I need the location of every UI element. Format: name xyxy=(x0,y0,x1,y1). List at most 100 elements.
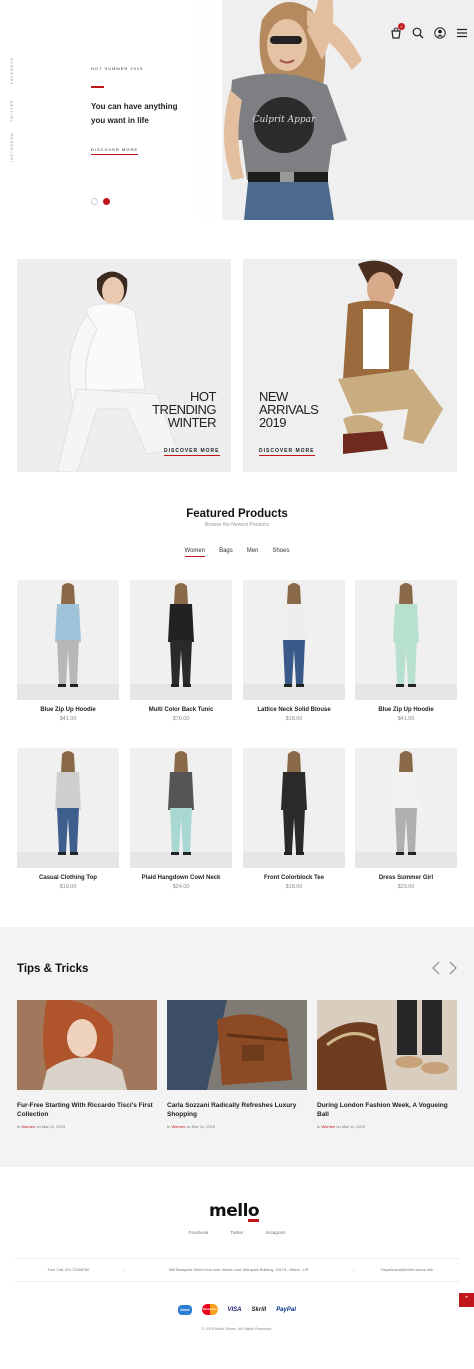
footer-contact-row: Free Call: 001 22456760 586 Banquest Str… xyxy=(14,1258,460,1282)
tips-prev-arrow-icon[interactable] xyxy=(431,961,441,980)
slider-dot-2[interactable] xyxy=(103,198,110,205)
tip-2-in: In xyxy=(167,1124,171,1129)
tip-2-title[interactable]: Carla Sozzani Radically Refreshes Luxury… xyxy=(167,1101,307,1119)
tip-1-meta: In Women on Mar 11, 2019 xyxy=(17,1124,157,1129)
tip-3-date: Mar 11, 2019 xyxy=(341,1124,366,1129)
back-to-top-button[interactable]: ⌃ xyxy=(459,1293,474,1307)
product-tabs: Women Bags Men Shoes xyxy=(0,548,474,557)
menu-icon[interactable] xyxy=(456,26,468,44)
tip-card-1[interactable]: Fur-Free Starting With Riccardo Tisci's … xyxy=(17,1000,157,1129)
side-link-instagram[interactable]: INSTAGRAM xyxy=(10,132,14,162)
tip-2-image[interactable] xyxy=(167,1000,307,1090)
tab-shoes[interactable]: Shoes xyxy=(272,548,289,557)
featured-subtitle: Browse the Newest Products xyxy=(204,522,270,528)
tip-3-meta: In Women on Mar 11, 2019 xyxy=(317,1124,457,1129)
product-card[interactable]: Casual Clothing Top $19.00 xyxy=(17,748,119,890)
product-card[interactable]: Front Colorblock Tee $18.00 xyxy=(243,748,345,890)
product-card[interactable]: Blue Zip Up Hoodie $41.00 xyxy=(355,580,457,722)
tips-title: Tips & Tricks xyxy=(17,963,89,975)
tip-1-title[interactable]: Fur-Free Starting With Riccardo Tisci's … xyxy=(17,1101,157,1119)
footer-logo-o: o xyxy=(247,1201,260,1223)
footer-link-twitter[interactable]: Twitter xyxy=(230,1230,243,1235)
tab-women[interactable]: Women xyxy=(184,548,206,557)
product-name[interactable]: Dress Summer Girl xyxy=(355,875,457,881)
product-card[interactable]: Multi Color Back Tunic $70.00 xyxy=(130,580,232,722)
product-card[interactable]: Plaid Hangdown Cowl Neck $24.00 xyxy=(130,748,232,890)
hero-subtitle: HOT SUMMER 2019 xyxy=(91,66,144,71)
product-image[interactable] xyxy=(130,580,232,700)
tab-men[interactable]: Men xyxy=(247,548,259,557)
cart-count-badge: 0 xyxy=(398,23,405,30)
product-image[interactable] xyxy=(17,580,119,700)
tab-bags[interactable]: Bags xyxy=(219,548,233,557)
visa-icon: VISA xyxy=(227,1306,242,1313)
footer-link-instagram[interactable]: Instagram xyxy=(266,1230,286,1235)
tip-2-meta: In Women on Mar 11, 2019 xyxy=(167,1124,307,1129)
product-name[interactable]: Lattice Neck Solid Blouse xyxy=(243,707,345,713)
banner-1-discover-button[interactable]: DISCOVER MORE xyxy=(164,448,220,456)
tip-3-in: In xyxy=(317,1124,321,1129)
copyright: © 2019 Mello Stores. All Rights Reserved… xyxy=(201,1327,273,1331)
product-card[interactable]: Lattice Neck Solid Blouse $18.00 xyxy=(243,580,345,722)
product-image[interactable] xyxy=(243,580,345,700)
tip-3-category[interactable]: Women xyxy=(321,1124,335,1129)
skrill-icon: Skrill xyxy=(251,1306,267,1313)
footer-address: 586 Banquest Street from near desert roa… xyxy=(124,1268,354,1272)
product-image[interactable] xyxy=(355,580,457,700)
side-link-facebook[interactable]: FACEBOOK xyxy=(10,57,14,84)
product-image[interactable] xyxy=(17,748,119,868)
product-price: $18.00 xyxy=(285,884,303,890)
slider-dot-1[interactable] xyxy=(91,198,98,205)
footer-phone: Free Call: 001 22456760 xyxy=(14,1268,124,1272)
tip-3-image[interactable] xyxy=(317,1000,457,1090)
hero-accent-line xyxy=(91,86,104,88)
banner-2-discover-button[interactable]: DISCOVER MORE xyxy=(259,448,315,456)
user-icon[interactable] xyxy=(434,26,446,44)
banner-1-title-line3: WINTER xyxy=(167,415,217,430)
tip-3-on: on xyxy=(336,1124,341,1129)
tips-next-arrow-icon[interactable] xyxy=(448,961,458,980)
chevron-up-icon: ⌃ xyxy=(463,1296,470,1303)
tip-card-2[interactable]: Carla Sozzani Radically Refreshes Luxury… xyxy=(167,1000,307,1129)
product-name[interactable]: Multi Color Back Tunic xyxy=(130,707,232,713)
tip-1-date: Mar 11, 2019 xyxy=(41,1124,66,1129)
side-link-twitter[interactable]: TWITTER xyxy=(10,99,14,122)
tip-card-3[interactable]: During London Fashion Week, A Vogueing B… xyxy=(317,1000,457,1129)
slider-dots xyxy=(91,198,110,205)
product-image[interactable] xyxy=(130,748,232,868)
product-card[interactable]: Dress Summer Girl $23.00 xyxy=(355,748,457,890)
product-price: $23.00 xyxy=(397,884,415,890)
tip-2-date: Mar 11, 2019 xyxy=(191,1124,216,1129)
tip-2-category[interactable]: Women xyxy=(171,1124,185,1129)
product-card[interactable]: Blue Zip Up Hoodie $41.00 xyxy=(17,580,119,722)
product-name[interactable]: Front Colorblock Tee xyxy=(243,875,345,881)
product-name[interactable]: Casual Clothing Top xyxy=(17,875,119,881)
header-actions: 0 xyxy=(390,23,468,44)
cart-icon[interactable]: 0 xyxy=(390,23,405,44)
footer-logo[interactable]: mello xyxy=(209,1201,260,1223)
search-icon[interactable] xyxy=(412,26,424,44)
product-image[interactable] xyxy=(355,748,457,868)
tip-1-category[interactable]: Women xyxy=(21,1124,35,1129)
banner-hot-trending-winter[interactable]: HOT TRENDING WINTER DISCOVER MORE xyxy=(17,259,231,472)
tip-1-in: In xyxy=(17,1124,21,1129)
footer-social-links: Facebook Twitter Instagram xyxy=(0,1230,474,1235)
amex-icon: Amex xyxy=(178,1304,192,1315)
tips-section: Tips & Tricks Fur-Free Starting With Ric… xyxy=(0,927,474,1167)
product-name[interactable]: Blue Zip Up Hoodie xyxy=(17,707,119,713)
product-image[interactable] xyxy=(243,748,345,868)
banner-new-arrivals[interactable]: NEW ARRIVALS 2019 DISCOVER MORE xyxy=(243,259,457,472)
tip-3-title[interactable]: During London Fashion Week, A Vogueing B… xyxy=(317,1101,457,1119)
mastercard-icon: Mastercard xyxy=(201,1304,218,1315)
payment-methods: Amex Mastercard VISA Skrill PayPal xyxy=(0,1304,474,1315)
hero-discover-button[interactable]: DISCOVER MORE xyxy=(91,147,139,155)
hero-title-line1: You can have anything xyxy=(91,102,178,111)
footer-email[interactable]: Department@boller-stores.info xyxy=(354,1268,460,1272)
tshirt-print: Culprit Appar xyxy=(253,115,316,125)
tip-1-image[interactable] xyxy=(17,1000,157,1090)
footer-link-facebook[interactable]: Facebook xyxy=(188,1230,208,1235)
product-price: $70.00 xyxy=(172,716,190,722)
product-name[interactable]: Plaid Hangdown Cowl Neck xyxy=(130,875,232,881)
product-name[interactable]: Blue Zip Up Hoodie xyxy=(355,707,457,713)
banner-1-title: HOT TRENDING WINTER xyxy=(152,390,216,429)
